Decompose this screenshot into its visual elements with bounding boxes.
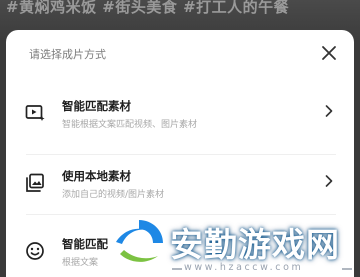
watermark-url: www.hzaccw.com xyxy=(184,262,304,273)
option-title: 智能匹配 xyxy=(62,237,108,251)
watermark-dash xyxy=(342,268,352,270)
option-subtitle: 根据文案 xyxy=(62,258,99,268)
smile-icon xyxy=(24,240,46,262)
option-subtitle: 智能根据文案匹配视频、图片素材 xyxy=(62,120,198,130)
watermark-logo-icon xyxy=(113,218,165,268)
watermark-brand-text: 安勤游戏网 xyxy=(170,225,340,264)
chevron-right-icon xyxy=(322,172,336,190)
divider xyxy=(26,214,336,215)
gallery-icon xyxy=(24,172,46,194)
option-title: 使用本地素材 xyxy=(62,169,131,183)
background-hashtags: #黄焖鸡米饭 #街头美食 #打工人的午餐 xyxy=(6,0,290,16)
option-subtitle: 添加自己的视频/图片素材 xyxy=(62,190,165,200)
option-title: 智能匹配素材 xyxy=(62,99,131,113)
option-local-material[interactable]: 使用本地素材 添加自己的视频/图片素材 xyxy=(6,158,354,218)
smart-video-icon xyxy=(24,102,46,124)
option-smart-match[interactable]: 智能匹配素材 智能根据文案匹配视频、图片素材 xyxy=(6,88,354,148)
watermark-dash xyxy=(172,268,182,270)
chevron-right-icon xyxy=(322,102,336,120)
divider xyxy=(26,154,336,155)
close-icon xyxy=(322,46,336,60)
close-button[interactable] xyxy=(318,42,340,64)
sheet-title: 请选择成片方式 xyxy=(29,48,106,61)
